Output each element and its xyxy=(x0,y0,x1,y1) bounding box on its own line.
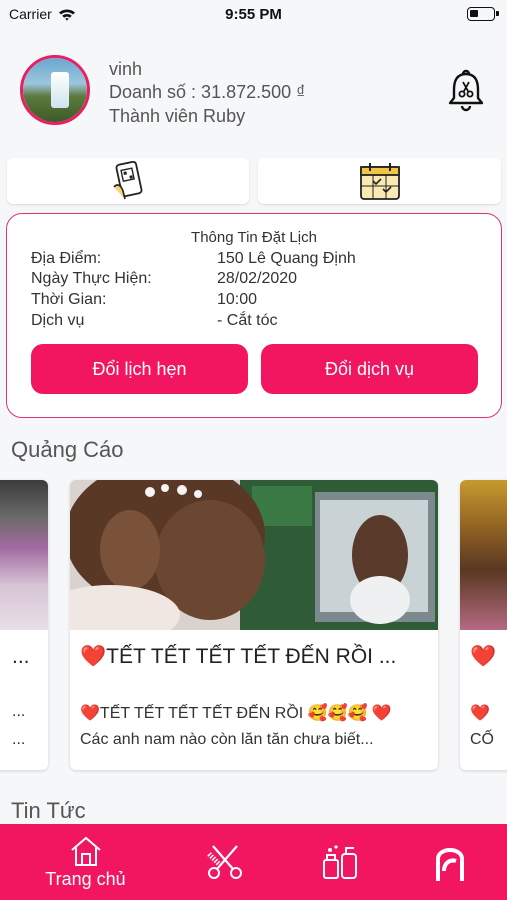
change-schedule-button[interactable]: Đổi lịch hẹn xyxy=(31,344,248,394)
booking-label-service: Dịch vụ xyxy=(31,312,85,329)
booking-label-location: Địa Điểm: xyxy=(31,250,102,267)
profile-info: vinh Doanh số : 31.872.500 ₫ Thành viên … xyxy=(109,58,305,128)
ad-image xyxy=(70,480,438,630)
ads-section-title: Quảng Cáo xyxy=(11,437,124,462)
membership-text: Thành viên Ruby xyxy=(109,106,246,126)
ad-card-next[interactable] xyxy=(460,480,507,770)
tab-home-label: Trang chủ xyxy=(45,868,126,889)
change-service-button[interactable]: Đổi dịch vụ xyxy=(261,344,478,394)
booking-value-location: 150 Lê Quang Định xyxy=(217,250,356,267)
ad-next-desc: ❤️ xyxy=(470,705,490,722)
ad-prev-desc-2: ... xyxy=(12,731,26,748)
tab-services[interactable] xyxy=(190,824,260,900)
ad-main-desc-2: Các anh nam nào còn lăn tăn chưa biết... xyxy=(80,731,374,748)
calendar-card[interactable] xyxy=(258,158,501,204)
phone-scan-icon xyxy=(113,161,143,200)
booking-value-time: 10:00 xyxy=(217,291,258,308)
tab-products[interactable] xyxy=(305,824,375,900)
calendar-icon xyxy=(359,163,400,200)
home-icon xyxy=(70,836,101,866)
bell-scissors-icon[interactable] xyxy=(446,68,486,112)
ad-prev-title: ... xyxy=(12,645,30,668)
ad-next-desc-2: CỐ xyxy=(470,731,494,748)
status-bar: Carrier 9:55 PM xyxy=(0,0,507,30)
user-name: vinh xyxy=(109,59,143,79)
scan-card[interactable] xyxy=(7,158,249,204)
booking-label-date: Ngày Thực Hiện: xyxy=(31,270,152,287)
tab-bar: Trang chủ xyxy=(0,824,507,900)
hair-logo-icon xyxy=(436,848,464,881)
booking-value-date: 28/02/2020 xyxy=(217,270,298,287)
tab-home[interactable]: Trang chủ xyxy=(28,824,143,900)
avatar[interactable] xyxy=(20,55,90,125)
tab-profile[interactable] xyxy=(415,824,485,900)
revenue-text: Doanh số : 31.872.500 ₫ xyxy=(109,82,306,102)
clock: 9:55 PM xyxy=(225,6,282,23)
ad-card-main[interactable] xyxy=(70,480,438,770)
scissors-comb-icon xyxy=(207,845,242,879)
ad-main-desc: ❤️TẾT TẾT TẾT TẾT ĐẾN RỒI 🥰🥰🥰 ❤️ xyxy=(80,705,392,722)
booking-panel: Thông Tin Đặt Lịch Địa Điểm: 150 Lê Quan… xyxy=(6,213,502,418)
ad-card-prev[interactable] xyxy=(0,480,48,770)
news-section-title: Tin Tức xyxy=(11,798,86,823)
ad-main-title: ❤️TẾT TẾT TẾT TẾT ĐẾN RỒI ... xyxy=(80,645,397,668)
battery-icon xyxy=(467,7,499,21)
booking-title: Thông Tin Đặt Lịch xyxy=(191,229,317,246)
ad-next-title: ❤️ xyxy=(470,645,497,668)
cosmetics-icon xyxy=(323,845,357,879)
ad-prev-desc: ... xyxy=(12,703,26,720)
booking-label-time: Thời Gian: xyxy=(31,291,107,308)
booking-value-service: - Cắt tóc xyxy=(217,312,278,329)
